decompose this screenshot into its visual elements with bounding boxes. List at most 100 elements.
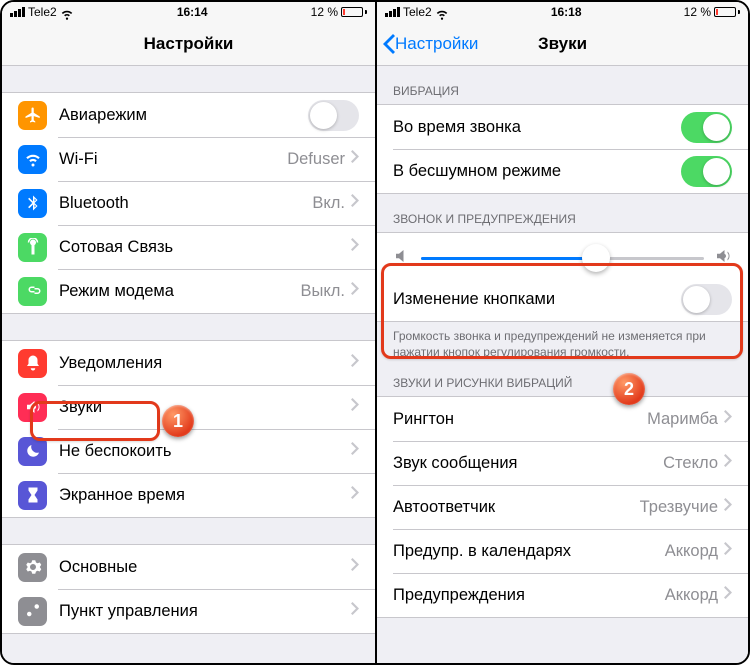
row-label: Сотовая Связь xyxy=(59,238,351,257)
row-ringtone[interactable]: Рингтон Маримба xyxy=(377,397,748,441)
row-label: Уведомления xyxy=(59,354,351,373)
phone-settings-main: Tele2 16:14 12 % Настройки Авиарежим Wi-… xyxy=(2,2,375,663)
row-label: Изменение кнопками xyxy=(393,290,681,309)
bluetooth-icon xyxy=(18,189,47,218)
antenna-icon xyxy=(18,233,47,262)
row-detail: Стекло xyxy=(663,454,718,473)
row-label: Предупр. в календарях xyxy=(393,542,665,561)
row-label: Wi-Fi xyxy=(59,150,287,169)
signal-icon xyxy=(10,7,25,17)
moon-icon xyxy=(18,437,47,466)
chevron-right-icon xyxy=(351,486,359,504)
battery-icon xyxy=(341,7,367,17)
toggle-airplane[interactable] xyxy=(308,100,359,131)
row-label: Авиарежим xyxy=(59,106,308,125)
row-vibrate-on-ring[interactable]: Во время звонка xyxy=(377,105,748,149)
row-notifications[interactable]: Уведомления xyxy=(2,341,375,385)
row-detail: Трезвучие xyxy=(640,498,718,517)
chevron-right-icon xyxy=(724,542,732,560)
phone-sounds: Tele2 16:18 12 % Настройки Звуки ВИБРАЦИ… xyxy=(375,2,748,663)
section-header-ringer: ЗВОНОК И ПРЕДУПРЕЖДЕНИЯ xyxy=(377,194,748,232)
chevron-right-icon xyxy=(724,586,732,604)
volume-high-icon xyxy=(714,247,732,270)
row-volume-slider[interactable] xyxy=(377,233,748,277)
back-label: Настройки xyxy=(395,34,478,54)
chevron-right-icon xyxy=(351,442,359,460)
chevron-right-icon xyxy=(724,454,732,472)
row-label: Основные xyxy=(59,558,351,577)
toggle-vibrate-ring[interactable] xyxy=(681,112,732,143)
nav-bar: Настройки Звуки xyxy=(377,22,748,66)
carrier-label: Tele2 xyxy=(28,5,57,19)
row-text-tone[interactable]: Звук сообщения Стекло xyxy=(377,441,748,485)
row-hotspot[interactable]: Режим модема Выкл. xyxy=(2,269,375,313)
wifi-icon xyxy=(60,7,74,17)
row-label: Звуки xyxy=(59,398,351,417)
toggle-change-buttons[interactable] xyxy=(681,284,732,315)
link-icon xyxy=(18,277,47,306)
hourglass-icon xyxy=(18,481,47,510)
battery-percent: 12 % xyxy=(684,5,711,19)
row-label: В бесшумном режиме xyxy=(393,162,681,181)
row-label: Пункт управления xyxy=(59,602,351,621)
row-detail: Аккорд xyxy=(665,542,718,561)
row-label: Режим модема xyxy=(59,282,301,301)
row-dnd[interactable]: Не беспокоить xyxy=(2,429,375,473)
row-detail: Маримба xyxy=(647,410,718,429)
row-control-center[interactable]: Пункт управления xyxy=(2,589,375,633)
row-label: Автоответчик xyxy=(393,498,640,517)
row-screentime[interactable]: Экранное время xyxy=(2,473,375,517)
row-detail: Вкл. xyxy=(312,194,345,213)
row-reminder-alerts[interactable]: Предупреждения Аккорд xyxy=(377,573,748,617)
clock: 16:18 xyxy=(551,5,582,19)
status-bar: Tele2 16:14 12 % xyxy=(2,2,375,22)
chevron-right-icon xyxy=(351,282,359,300)
volume-slider[interactable] xyxy=(421,244,704,272)
row-bluetooth[interactable]: Bluetooth Вкл. xyxy=(2,181,375,225)
step-badge-2: 2 xyxy=(613,373,645,405)
row-vibrate-on-silent[interactable]: В бесшумном режиме xyxy=(377,149,748,193)
toggle-vibrate-silent[interactable] xyxy=(681,156,732,187)
volume-low-icon xyxy=(393,247,411,270)
row-detail: Выкл. xyxy=(301,282,345,301)
chevron-right-icon xyxy=(351,558,359,576)
chevron-right-icon xyxy=(351,354,359,372)
row-label: Во время звонка xyxy=(393,118,681,137)
row-calendar-alerts[interactable]: Предупр. в календарях Аккорд xyxy=(377,529,748,573)
section-footer-ringer: Громкость звонка и предупреждений не изм… xyxy=(377,322,748,370)
nav-bar: Настройки xyxy=(2,22,375,66)
chevron-right-icon xyxy=(724,410,732,428)
chevron-right-icon xyxy=(351,194,359,212)
row-label: Рингтон xyxy=(393,410,647,429)
chevron-right-icon xyxy=(724,498,732,516)
chevron-right-icon xyxy=(351,150,359,168)
row-airplane-mode[interactable]: Авиарежим xyxy=(2,93,375,137)
signal-icon xyxy=(385,7,400,17)
row-wifi[interactable]: Wi-Fi Defuser xyxy=(2,137,375,181)
row-change-with-buttons[interactable]: Изменение кнопками xyxy=(377,277,748,321)
clock: 16:14 xyxy=(177,5,208,19)
page-title: Звуки xyxy=(538,34,587,54)
row-cellular[interactable]: Сотовая Связь xyxy=(2,225,375,269)
status-bar: Tele2 16:18 12 % xyxy=(377,2,748,22)
page-title: Настройки xyxy=(144,34,234,54)
row-general[interactable]: Основные xyxy=(2,545,375,589)
row-detail: Аккорд xyxy=(665,586,718,605)
section-header-sounds: ЗВУКИ И РИСУНКИ ВИБРАЦИЙ xyxy=(377,370,748,396)
carrier-label: Tele2 xyxy=(403,5,432,19)
row-detail: Defuser xyxy=(287,150,345,169)
chevron-right-icon xyxy=(351,398,359,416)
row-label: Не беспокоить xyxy=(59,442,351,461)
row-voicemail[interactable]: Автоответчик Трезвучие xyxy=(377,485,748,529)
chevron-right-icon xyxy=(351,238,359,256)
row-label: Звук сообщения xyxy=(393,454,663,473)
row-label: Bluetooth xyxy=(59,194,312,213)
battery-percent: 12 % xyxy=(311,5,338,19)
bell-icon xyxy=(18,349,47,378)
wifi-icon xyxy=(435,7,449,17)
row-label: Экранное время xyxy=(59,486,351,505)
back-button[interactable]: Настройки xyxy=(383,34,478,54)
speaker-icon xyxy=(18,393,47,422)
airplane-icon xyxy=(18,101,47,130)
switches-icon xyxy=(18,597,47,626)
